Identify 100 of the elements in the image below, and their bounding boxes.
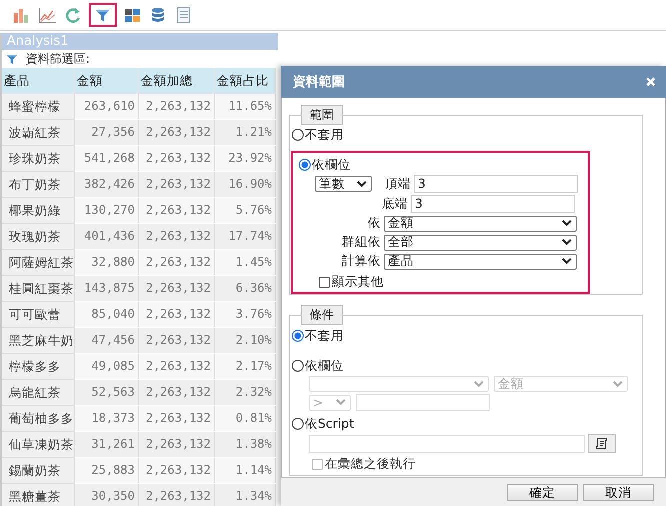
table-cell: 檸檬多多: [2, 354, 75, 380]
table-cell: 2,263,132: [139, 250, 215, 275]
table-cell: 布丁奶茶: [2, 172, 75, 198]
checkbox[interactable]: [319, 277, 330, 288]
table-cell: 1.38%: [215, 432, 276, 457]
table-cell: 143,875: [75, 276, 139, 301]
table-cell: 30,350: [75, 484, 139, 506]
table-cell: 47,456: [75, 328, 139, 353]
table-cell: 2,263,132: [139, 120, 215, 145]
chevron-icon: [336, 399, 346, 406]
table-cell: 椰果奶綠: [2, 198, 75, 224]
table-cell: 541,268: [75, 146, 139, 171]
table-cell: 玫瑰奶茶: [2, 224, 75, 250]
group-legend: 範圍: [301, 105, 343, 125]
table-cell: 2,263,132: [139, 224, 215, 249]
table-cell: 2,263,132: [139, 302, 215, 327]
table-cell: 葡萄柚多多: [2, 406, 75, 432]
checkbox-label: 顯示其他: [332, 274, 384, 291]
panel-title: Analysis1: [2, 33, 278, 50]
table-cell: 85,040: [75, 302, 139, 327]
table-cell: 2,263,132: [139, 432, 215, 457]
table-cell: 1.21%: [215, 120, 276, 145]
column-header[interactable]: 產品: [2, 68, 75, 94]
table-cell: 18,373: [75, 406, 139, 431]
table-cell: 263,610: [75, 94, 139, 119]
table-cell: 1.14%: [215, 458, 276, 483]
table-cell: 2,263,132: [139, 328, 215, 353]
field-label: 依: [367, 215, 381, 232]
column-header[interactable]: 金額加總: [139, 68, 215, 94]
table-cell: 27,356: [75, 120, 139, 145]
input-field[interactable]: [356, 394, 490, 411]
option-label: 不套用: [305, 328, 344, 344]
dialog-button[interactable]: 取消: [583, 484, 654, 500]
table-cell: 2,263,132: [139, 94, 215, 119]
table-cell: 2,263,132: [139, 458, 215, 483]
column-header[interactable]: 金額: [75, 68, 139, 94]
field-label: 頂端: [384, 176, 411, 192]
input-field[interactable]: 3: [411, 195, 575, 213]
scroll-icon: [595, 438, 609, 450]
radio-button[interactable]: [292, 360, 304, 372]
bar-chart-icon: [13, 6, 30, 24]
table-cell: 130,270: [75, 198, 139, 223]
field-label: 底端: [381, 196, 408, 212]
group-legend: 條件: [301, 305, 343, 325]
table-cell: 仙草凍奶茶: [2, 432, 75, 458]
table-cell: 6.36%: [215, 276, 276, 301]
table-cell: 阿薩姆紅茶: [2, 250, 75, 276]
checkbox[interactable]: [312, 459, 323, 470]
table-cell: 2,263,132: [139, 406, 215, 431]
option-label: 依欄位: [312, 156, 351, 174]
close-icon[interactable]: [646, 77, 656, 87]
radio-button[interactable]: [299, 159, 311, 171]
line-chart-icon: [39, 6, 56, 24]
radio-button[interactable]: [292, 418, 304, 430]
table-cell: 3.76%: [215, 302, 276, 327]
dropdown[interactable]: 全部: [384, 234, 577, 250]
dropdown[interactable]: 金額: [384, 216, 577, 232]
table-cell: 5.76%: [215, 198, 276, 223]
dialog-button[interactable]: 確定: [507, 484, 578, 500]
table-cell: 珍珠奶茶: [2, 146, 75, 172]
table-cell: 401,436: [75, 224, 139, 249]
table-cell: 23.92%: [215, 146, 276, 171]
filter-area-label: 資料篩選區:: [26, 50, 90, 68]
script-button[interactable]: [588, 434, 616, 453]
radio-button[interactable]: [292, 129, 304, 141]
table-cell: 2,263,132: [139, 380, 215, 405]
input-field[interactable]: 3: [414, 175, 578, 193]
database-icon: [150, 6, 167, 24]
table-cell: 錫蘭奶茶: [2, 458, 75, 484]
table-cell: 16.90%: [215, 172, 276, 197]
table-cell: 2.17%: [215, 354, 276, 379]
table-cell: 31,261: [75, 432, 139, 457]
table-cell: 52,563: [75, 380, 139, 405]
table-cell: 2,263,132: [139, 276, 215, 301]
table-cell: 382,426: [75, 172, 139, 197]
table-cell: 烏龍紅茶: [2, 380, 75, 406]
table-cell: 黑芝麻牛奶: [2, 328, 75, 354]
table-cell: 波霸紅茶: [2, 120, 75, 146]
table-cell: 1.34%: [215, 484, 276, 506]
input-field[interactable]: [309, 434, 585, 452]
column-header[interactable]: 金額占比: [215, 68, 276, 94]
table-cell: 1.45%: [215, 250, 276, 275]
table-cell: 蜂蜜檸檬: [2, 94, 75, 120]
chevron-icon: [562, 258, 572, 265]
table-cell: 11.65%: [215, 94, 276, 119]
refresh-icon: [65, 6, 82, 24]
dropdown[interactable]: 產品: [384, 254, 577, 270]
report-icon: [176, 6, 193, 24]
table-cell: 49,085: [75, 354, 139, 379]
chevron-icon: [562, 239, 572, 246]
table-cell: 25,883: [75, 458, 139, 483]
table-cell: 2,263,132: [139, 484, 215, 506]
table-cell: 32,880: [75, 250, 139, 275]
radio-button[interactable]: [292, 330, 304, 342]
dropdown[interactable]: 筆數: [315, 176, 372, 192]
table-cell: 2.32%: [215, 380, 276, 405]
table-cell: 2,263,132: [139, 172, 215, 197]
option-label: 依Script: [305, 416, 354, 432]
toolbar-button[interactable]: [89, 3, 117, 27]
table-cell: 桂圓紅棗茶: [2, 276, 75, 302]
